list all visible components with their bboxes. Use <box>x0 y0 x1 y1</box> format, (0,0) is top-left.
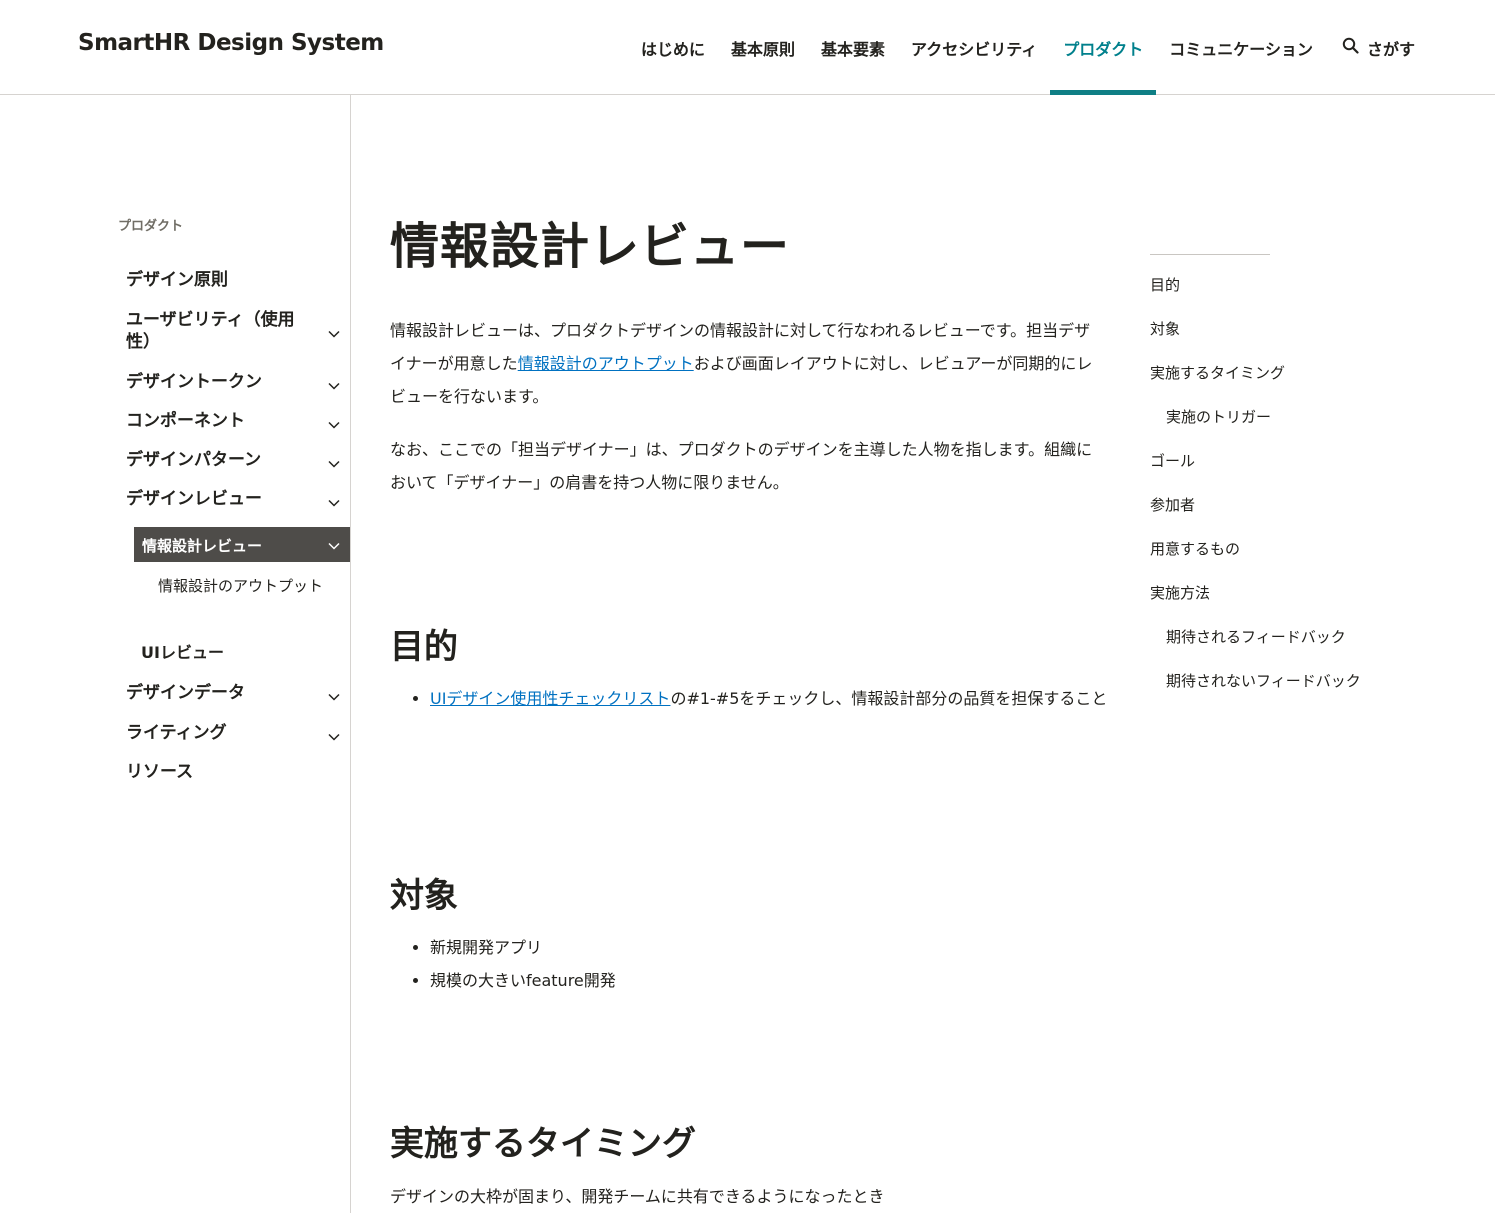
sidebar: プロダクト デザイン原則 ユーザビリティ（使用性） デザイントークン コンポーネ… <box>0 95 351 1213</box>
sidebar-item-components[interactable]: コンポーネント <box>126 410 350 432</box>
section-heading-target: 対象 <box>390 876 458 916</box>
nav-item-principles[interactable]: 基本原則 <box>718 0 808 95</box>
nav-item-product[interactable]: プロダクト <box>1050 0 1157 95</box>
toc-item-target[interactable]: 対象 <box>1150 315 1180 343</box>
sidebar-item-label: コンポーネント <box>126 411 245 431</box>
toc-item-method[interactable]: 実施方法 <box>1150 579 1210 607</box>
chevron-down-icon[interactable] <box>328 454 340 468</box>
chevron-down-icon[interactable] <box>328 376 340 390</box>
chevron-down-icon[interactable] <box>328 538 340 550</box>
nav-item-communication[interactable]: コミュニケーション <box>1156 0 1326 95</box>
toc-item-trigger[interactable]: 実施のトリガー <box>1166 403 1361 431</box>
checklist-link[interactable]: UIデザイン使用性チェックリスト <box>430 689 670 708</box>
list-item: UIデザイン使用性チェックリストの#1-#5をチェックし、情報設計部分の品質を担… <box>430 682 1135 715</box>
toc-item-participants[interactable]: 参加者 <box>1150 491 1195 519</box>
toc-item-goal[interactable]: ゴール <box>1150 447 1195 475</box>
sidebar-item-label: デザインパターン <box>126 450 262 470</box>
toc-item-unexpected-feedback[interactable]: 期待されないフィードバック <box>1166 667 1361 695</box>
list-item-text: の#1-#5をチェックし、情報設計部分の品質を担保すること <box>670 689 1108 708</box>
sidebar-item-label: ライティング <box>126 723 227 743</box>
chevron-down-icon[interactable] <box>328 493 340 507</box>
sidebar-item-label: デザイントークン <box>126 372 262 392</box>
chevron-down-icon[interactable] <box>328 687 340 701</box>
sidebar-item-design-data[interactable]: デザインデータ <box>126 682 350 704</box>
note-paragraph: なお、ここでの「担当デザイナー」は、プロダクトのデザインを主導した人物を指します… <box>390 440 1093 492</box>
sidebar-item-label: リソース <box>126 762 194 782</box>
purpose-list: UIデザイン使用性チェックリストの#1-#5をチェックし、情報設計部分の品質を担… <box>390 682 1135 715</box>
timing-paragraph: デザインの大枠が固まり、開発チームに共有できるようになったとき <box>390 1187 885 1206</box>
sidebar-item-label: ユーザビリティ（使用性） <box>126 310 295 352</box>
sidebar-item-info-design-review[interactable]: 情報設計レビュー <box>134 527 350 562</box>
sidebar-item-ui-review[interactable]: UIレビュー <box>141 639 224 663</box>
search-icon <box>1342 37 1359 58</box>
sidebar-item-design-review[interactable]: デザインレビュー <box>126 488 350 510</box>
toc-item-prerequisites[interactable]: 用意するもの <box>1150 535 1240 563</box>
sidebar-item-resources[interactable]: リソース <box>126 761 350 783</box>
info-design-output-link[interactable]: 情報設計のアウトプット <box>518 354 694 373</box>
sidebar-category: プロダクト <box>118 219 184 234</box>
sidebar-item-info-design-output[interactable]: 情報設計のアウトプット <box>158 577 328 595</box>
global-nav: はじめに 基本原則 基本要素 アクセシビリティ プロダクト コミュニケーション … <box>628 0 1415 95</box>
sidebar-item-label: デザイン原則 <box>126 270 228 290</box>
sidebar-item-label: デザインデータ <box>126 683 245 703</box>
toc-item-purpose[interactable]: 目的 <box>1150 271 1180 299</box>
chevron-down-icon[interactable] <box>328 415 340 429</box>
chevron-down-icon[interactable] <box>328 324 340 338</box>
sidebar-item-label: デザインレビュー <box>126 489 262 509</box>
toc-item-expected-feedback[interactable]: 期待されるフィードバック <box>1166 623 1361 651</box>
sidebar-item-design-tokens[interactable]: デザイントークン <box>126 371 350 393</box>
nav-item-intro[interactable]: はじめに <box>628 0 718 95</box>
nav-item-basics[interactable]: 基本要素 <box>808 0 898 95</box>
intro-paragraph: 情報設計レビューは、プロダクトデザインの情報設計に対して行なわれるレビューです。… <box>390 314 1095 413</box>
page-title: 情報設計レビュー <box>390 218 791 275</box>
list-item: 新規開発アプリ <box>430 931 1135 964</box>
search-label: さがす <box>1366 39 1415 59</box>
nav-item-accessibility[interactable]: アクセシビリティ <box>898 0 1050 95</box>
section-heading-timing: 実施するタイミング <box>390 1124 696 1164</box>
section-heading-purpose: 目的 <box>390 627 458 667</box>
site-header: SmartHR Design System はじめに 基本原則 基本要素 アクセ… <box>0 0 1495 95</box>
sidebar-item-writing[interactable]: ライティング <box>126 722 350 744</box>
sidebar-item-label: 情報設計レビュー <box>142 537 263 555</box>
sidebar-item-design-patterns[interactable]: デザインパターン <box>126 449 350 471</box>
target-list: 新規開発アプリ 規模の大きいfeature開発 <box>390 931 1135 997</box>
toc-divider <box>1150 254 1270 255</box>
sidebar-item-usability[interactable]: ユーザビリティ（使用性） <box>126 309 350 353</box>
site-logo[interactable]: SmartHR Design System <box>78 30 384 56</box>
search-button[interactable]: さがす <box>1326 0 1415 95</box>
toc-item-timing[interactable]: 実施するタイミング <box>1150 359 1285 387</box>
list-item: 規模の大きいfeature開発 <box>430 964 1135 997</box>
sidebar-item-design-principles[interactable]: デザイン原則 <box>126 269 350 291</box>
chevron-down-icon[interactable] <box>328 727 340 741</box>
